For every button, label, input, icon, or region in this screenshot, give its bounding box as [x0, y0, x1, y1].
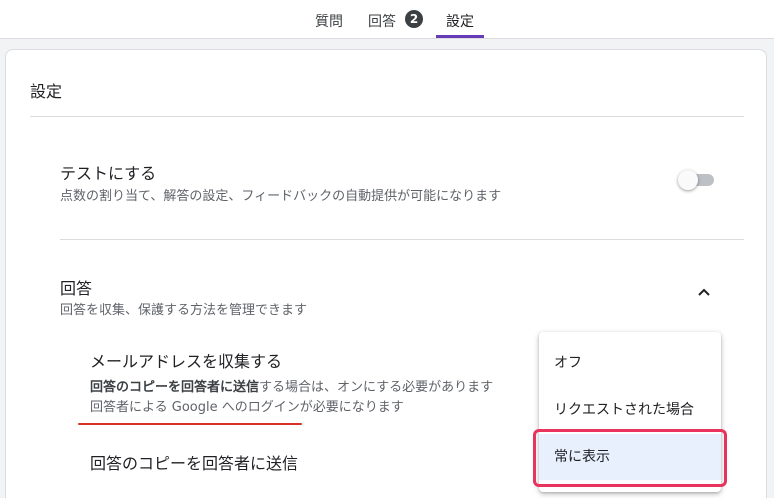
quiz-description: 点数の割り当て、解答の設定、フィードバックの自動提供が可能になります	[60, 189, 502, 204]
top-tab-bar: 質問 回答 2 設定	[0, 0, 774, 39]
send-copy-label: 回答のコピーを回答者に送信	[90, 454, 299, 473]
collect-email-desc-bold: 回答のコピーを回答者に送信	[90, 380, 260, 395]
tab-responses[interactable]: 回答	[368, 11, 396, 31]
tab-settings[interactable]: 設定	[446, 11, 474, 31]
collect-email-title: メールアドレスを収集する	[90, 352, 283, 371]
toggle-thumb	[678, 170, 698, 190]
collect-email-description: 回答のコピーを回答者に送信する場合は、オンにする必要があります	[90, 376, 493, 395]
divider	[30, 116, 744, 117]
quiz-toggle[interactable]	[678, 170, 716, 190]
collect-email-desc-rest: する場合は、オンにする必要があります	[259, 380, 494, 395]
responses-section-title: 回答	[60, 279, 93, 298]
annotation-highlight-box	[533, 429, 727, 487]
tab-questions[interactable]: 質問	[315, 11, 343, 31]
menu-item-off[interactable]: オフ	[539, 340, 721, 386]
active-tab-indicator	[436, 35, 484, 38]
annotation-underline	[78, 423, 302, 425]
responses-section-description: 回答を収集、保護する方法を管理できます	[60, 303, 308, 318]
chevron-up-icon[interactable]	[696, 284, 712, 300]
quiz-title: テストにする	[60, 164, 157, 183]
settings-title: 設定	[30, 82, 63, 101]
divider	[60, 239, 744, 240]
collect-email-description-line2: 回答者による Google へのログインが必要になります	[90, 400, 404, 415]
menu-item-on-request[interactable]: リクエストされた場合	[539, 387, 721, 433]
responses-count-badge: 2	[405, 10, 423, 28]
